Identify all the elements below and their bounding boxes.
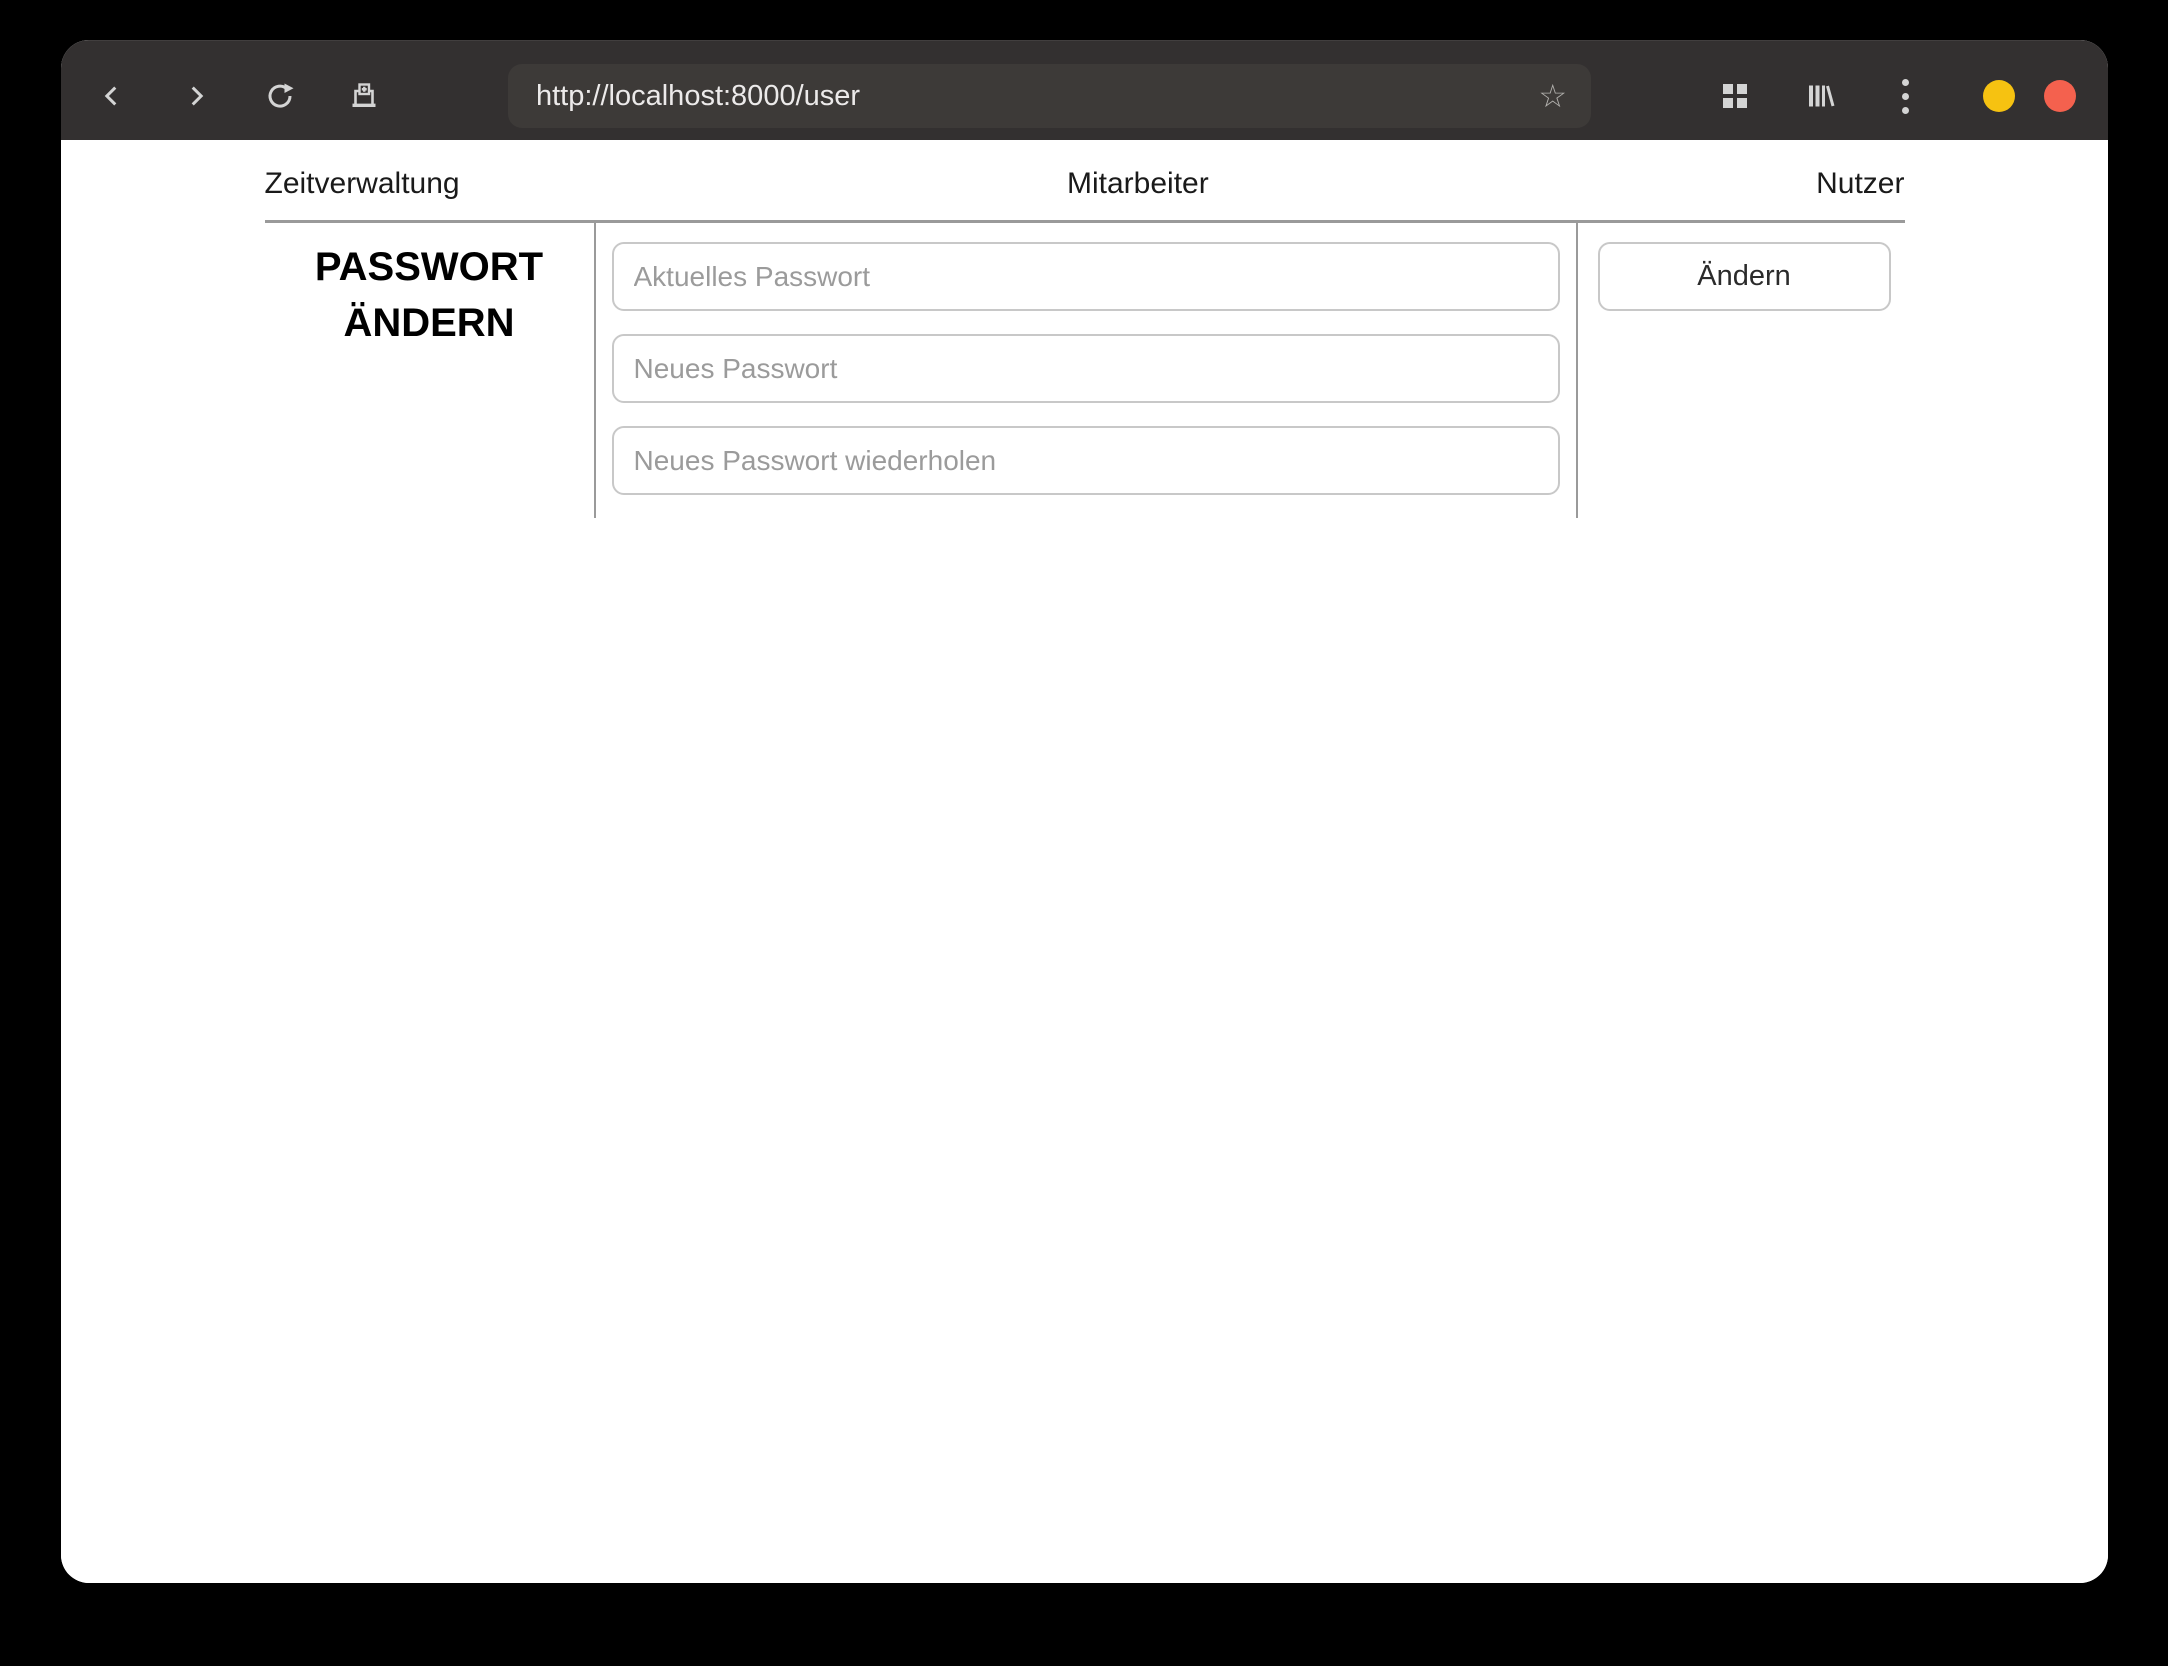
page-title: PASSWORT ÄNDERN bbox=[314, 245, 544, 345]
forward-button[interactable] bbox=[179, 79, 213, 113]
address-bar[interactable]: http://localhost:8000/user ☆ bbox=[508, 64, 1591, 128]
change-password-button[interactable]: Ändern bbox=[1597, 242, 1891, 311]
main-nav: Zeitverwaltung Mitarbeiter Nutzer bbox=[265, 140, 1905, 206]
nav-item-nutzer[interactable]: Nutzer bbox=[1816, 162, 1904, 206]
password-form: PASSWORT ÄNDERN Ändern bbox=[265, 223, 1905, 518]
browser-titlebar: http://localhost:8000/user ☆ bbox=[61, 40, 2108, 140]
current-password-field[interactable] bbox=[611, 242, 1560, 311]
form-heading-column: PASSWORT ÄNDERN bbox=[265, 223, 594, 518]
bookmark-star-icon[interactable]: ☆ bbox=[1538, 80, 1567, 112]
form-action-column: Ändern bbox=[1578, 223, 1905, 518]
new-password-field[interactable] bbox=[611, 334, 1560, 403]
browser-window: http://localhost:8000/user ☆ Zeitverwalt… bbox=[61, 40, 2108, 1583]
library-books-icon bbox=[1804, 80, 1836, 112]
reload-button[interactable] bbox=[263, 79, 297, 113]
nav-item-mitarbeiter[interactable]: Mitarbeiter bbox=[1067, 162, 1209, 206]
titlebar-right-icons bbox=[1718, 78, 1922, 114]
menu-button[interactable] bbox=[1888, 78, 1922, 114]
reload-icon bbox=[264, 80, 296, 112]
chevron-left-icon bbox=[97, 81, 127, 111]
repeat-new-password-field[interactable] bbox=[611, 426, 1560, 495]
window-controls bbox=[1983, 80, 2076, 112]
library-button[interactable] bbox=[1803, 79, 1837, 113]
form-fields-column bbox=[593, 223, 1578, 518]
nav-item-zeitverwaltung[interactable]: Zeitverwaltung bbox=[265, 162, 460, 206]
close-button[interactable] bbox=[2044, 80, 2076, 112]
grid-icon bbox=[1723, 84, 1747, 108]
back-button[interactable] bbox=[95, 79, 129, 113]
page-content: Zeitverwaltung Mitarbeiter Nutzer PASSWO… bbox=[61, 140, 2108, 1583]
chevron-right-icon bbox=[181, 81, 211, 111]
minimize-button[interactable] bbox=[1983, 80, 2015, 112]
url-text: http://localhost:8000/user bbox=[536, 79, 861, 112]
new-tab-button[interactable] bbox=[347, 79, 381, 113]
tab-overview-button[interactable] bbox=[1718, 79, 1752, 113]
new-tab-icon bbox=[348, 80, 380, 112]
kebab-menu-icon bbox=[1901, 75, 1909, 117]
